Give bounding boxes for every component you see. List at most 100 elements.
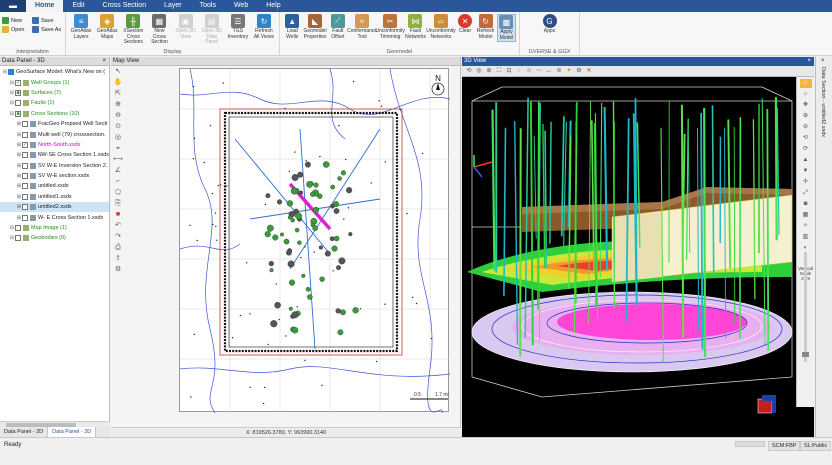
close-icon[interactable]: ×: [102, 57, 106, 66]
rotate-left-icon[interactable]: ⟲: [800, 134, 812, 143]
menu-cross-section[interactable]: Cross Section: [94, 0, 156, 12]
open-3d-view-button[interactable]: ▣ Open 3D View: [174, 14, 198, 40]
visibility-checkbox[interactable]: [22, 173, 28, 180]
rotate-right-icon[interactable]: ⟳: [800, 145, 812, 154]
well-symbol[interactable]: [330, 203, 335, 209]
tab-data-panel-2d[interactable]: Data Panel - 2D: [0, 427, 49, 437]
data-section-strip[interactable]: × Data Section - untitled2.xsdx: [815, 57, 832, 437]
well-symbol[interactable]: [301, 273, 306, 278]
visibility-checkbox[interactable]: ✓: [15, 79, 21, 86]
tree-item[interactable]: ⊟ GeoSurface Model: What's New on (: [0, 67, 109, 77]
well-symbol[interactable]: [337, 176, 342, 181]
map-canvas[interactable]: N 0.5 1.7 mi: [179, 68, 451, 414]
well-symbol[interactable]: [286, 200, 294, 207]
close-icon[interactable]: ×: [807, 57, 811, 66]
grid-icon[interactable]: ▦: [800, 211, 812, 220]
settings-icon[interactable]: ⚙: [113, 265, 123, 274]
well-symbol[interactable]: [294, 227, 300, 233]
tree-item[interactable]: ⊞ SV W-E section.xsdx: [0, 171, 109, 181]
menu-home[interactable]: Home: [26, 0, 64, 12]
home-icon[interactable]: ⌂: [800, 90, 812, 99]
well-symbol[interactable]: [269, 268, 274, 273]
well-symbol[interactable]: [287, 260, 295, 268]
well-symbol[interactable]: [295, 212, 302, 220]
well-symbol[interactable]: [324, 250, 331, 257]
well-symbol[interactable]: [312, 225, 319, 231]
well-symbol[interactable]: [268, 260, 274, 267]
menu-layer[interactable]: Layer: [155, 0, 191, 12]
slice-icon[interactable]: ⋯: [535, 67, 543, 75]
visibility-checkbox[interactable]: [22, 131, 28, 138]
well-symbol[interactable]: [287, 215, 292, 220]
well-symbol[interactable]: [340, 309, 346, 316]
zoom-out-icon[interactable]: ⊖: [113, 111, 123, 120]
well-display-icon[interactable]: ⫶: [515, 67, 523, 75]
visibility-checkbox[interactable]: ✓: [22, 141, 28, 148]
well-symbol[interactable]: [276, 199, 283, 205]
pan-icon[interactable]: ✋: [113, 78, 123, 87]
3d-scene[interactable]: [462, 77, 796, 427]
well-symbol[interactable]: [291, 311, 299, 319]
well-symbol[interactable]: [330, 184, 336, 190]
tree-item[interactable]: ⊟ Map Image (1): [0, 223, 109, 233]
down-icon[interactable]: ▼: [800, 167, 812, 176]
well-symbol[interactable]: [352, 307, 359, 314]
well-symbol[interactable]: [298, 190, 304, 195]
well-symbol[interactable]: [306, 181, 313, 188]
new-cross-section-button[interactable]: ▦ New Cross Section: [147, 14, 171, 46]
visibility-checkbox[interactable]: [22, 193, 28, 200]
center-icon[interactable]: ✢: [800, 178, 812, 187]
home-view-icon[interactable]: ⌂: [799, 79, 812, 88]
clear-button[interactable]: ✕ Clear: [456, 14, 475, 35]
polygon-icon[interactable]: ⬠: [113, 188, 123, 197]
well-symbol[interactable]: [305, 286, 311, 292]
well-symbol[interactable]: [337, 329, 344, 336]
top-view-icon[interactable]: ⊡: [505, 67, 513, 75]
apply-model-button[interactable]: ▩ Apply Model: [496, 14, 516, 42]
well-symbol[interactable]: [265, 193, 271, 199]
distance-icon[interactable]: ⟷: [113, 155, 123, 164]
zoom-in-3d-icon[interactable]: ⊕: [800, 112, 812, 121]
well-trajectory[interactable]: [774, 97, 778, 241]
well-symbol[interactable]: [307, 294, 313, 300]
undo-icon[interactable]: ↶: [113, 221, 123, 230]
well-symbol[interactable]: [297, 240, 302, 245]
visibility-checkbox[interactable]: [22, 162, 28, 169]
tree-item[interactable]: ⊟ Geobodies (0): [0, 233, 109, 243]
visibility-checkbox[interactable]: [21, 152, 28, 159]
visibility-checkbox[interactable]: [22, 121, 28, 128]
tree-item[interactable]: ⊞ Multi well (79) crosssection.: [0, 129, 109, 139]
well-symbol[interactable]: [288, 306, 293, 311]
tree-item[interactable]: ⊞ W- E Cross Section 1.xsdx: [0, 212, 109, 222]
well-symbol[interactable]: [264, 231, 271, 238]
zoom-extent-icon[interactable]: ⊙: [113, 122, 123, 131]
well-symbol[interactable]: [304, 161, 311, 168]
unconformity-networks-button[interactable]: ⌓ Unconformity Networks: [426, 14, 456, 40]
conformance-tool-button[interactable]: ≈ Conformance Tool: [347, 14, 377, 40]
refresh-model-button[interactable]: ↻ Refresh Model: [476, 14, 495, 40]
well-symbol[interactable]: [290, 218, 295, 223]
visibility-checkbox[interactable]: [22, 204, 28, 211]
well-symbol[interactable]: [338, 257, 346, 265]
well-symbol[interactable]: [335, 308, 341, 314]
zoom-out-3d-icon[interactable]: ⊖: [800, 123, 812, 132]
tree-item[interactable]: ⊟ ■ Surfaces (7): [0, 88, 109, 98]
well-symbol[interactable]: [336, 265, 341, 271]
tree-item[interactable]: ⊞ untitled1.xsdx: [0, 192, 109, 202]
well-symbol[interactable]: [283, 238, 290, 245]
well-symbol[interactable]: [270, 320, 278, 328]
tree-item[interactable]: ⊞ NW-SE Cross Section 1.xsdx: [0, 150, 109, 160]
well-symbol[interactable]: [318, 245, 323, 250]
app-menu-button[interactable]: ▬: [0, 0, 26, 12]
well-trajectory[interactable]: [519, 128, 522, 357]
well-symbol[interactable]: [297, 171, 304, 178]
well-symbol[interactable]: [319, 276, 325, 282]
well-symbol[interactable]: [346, 187, 353, 194]
well-trajectory[interactable]: [739, 117, 742, 339]
well-symbol[interactable]: [291, 326, 299, 334]
zoom-in-icon[interactable]: ⊕: [113, 100, 123, 109]
geomodel-properties-button[interactable]: ◣ Geomodel Properties: [304, 14, 327, 40]
well-symbol[interactable]: [290, 187, 298, 195]
visibility-checkbox[interactable]: [15, 225, 21, 232]
well-symbol[interactable]: [331, 245, 338, 252]
